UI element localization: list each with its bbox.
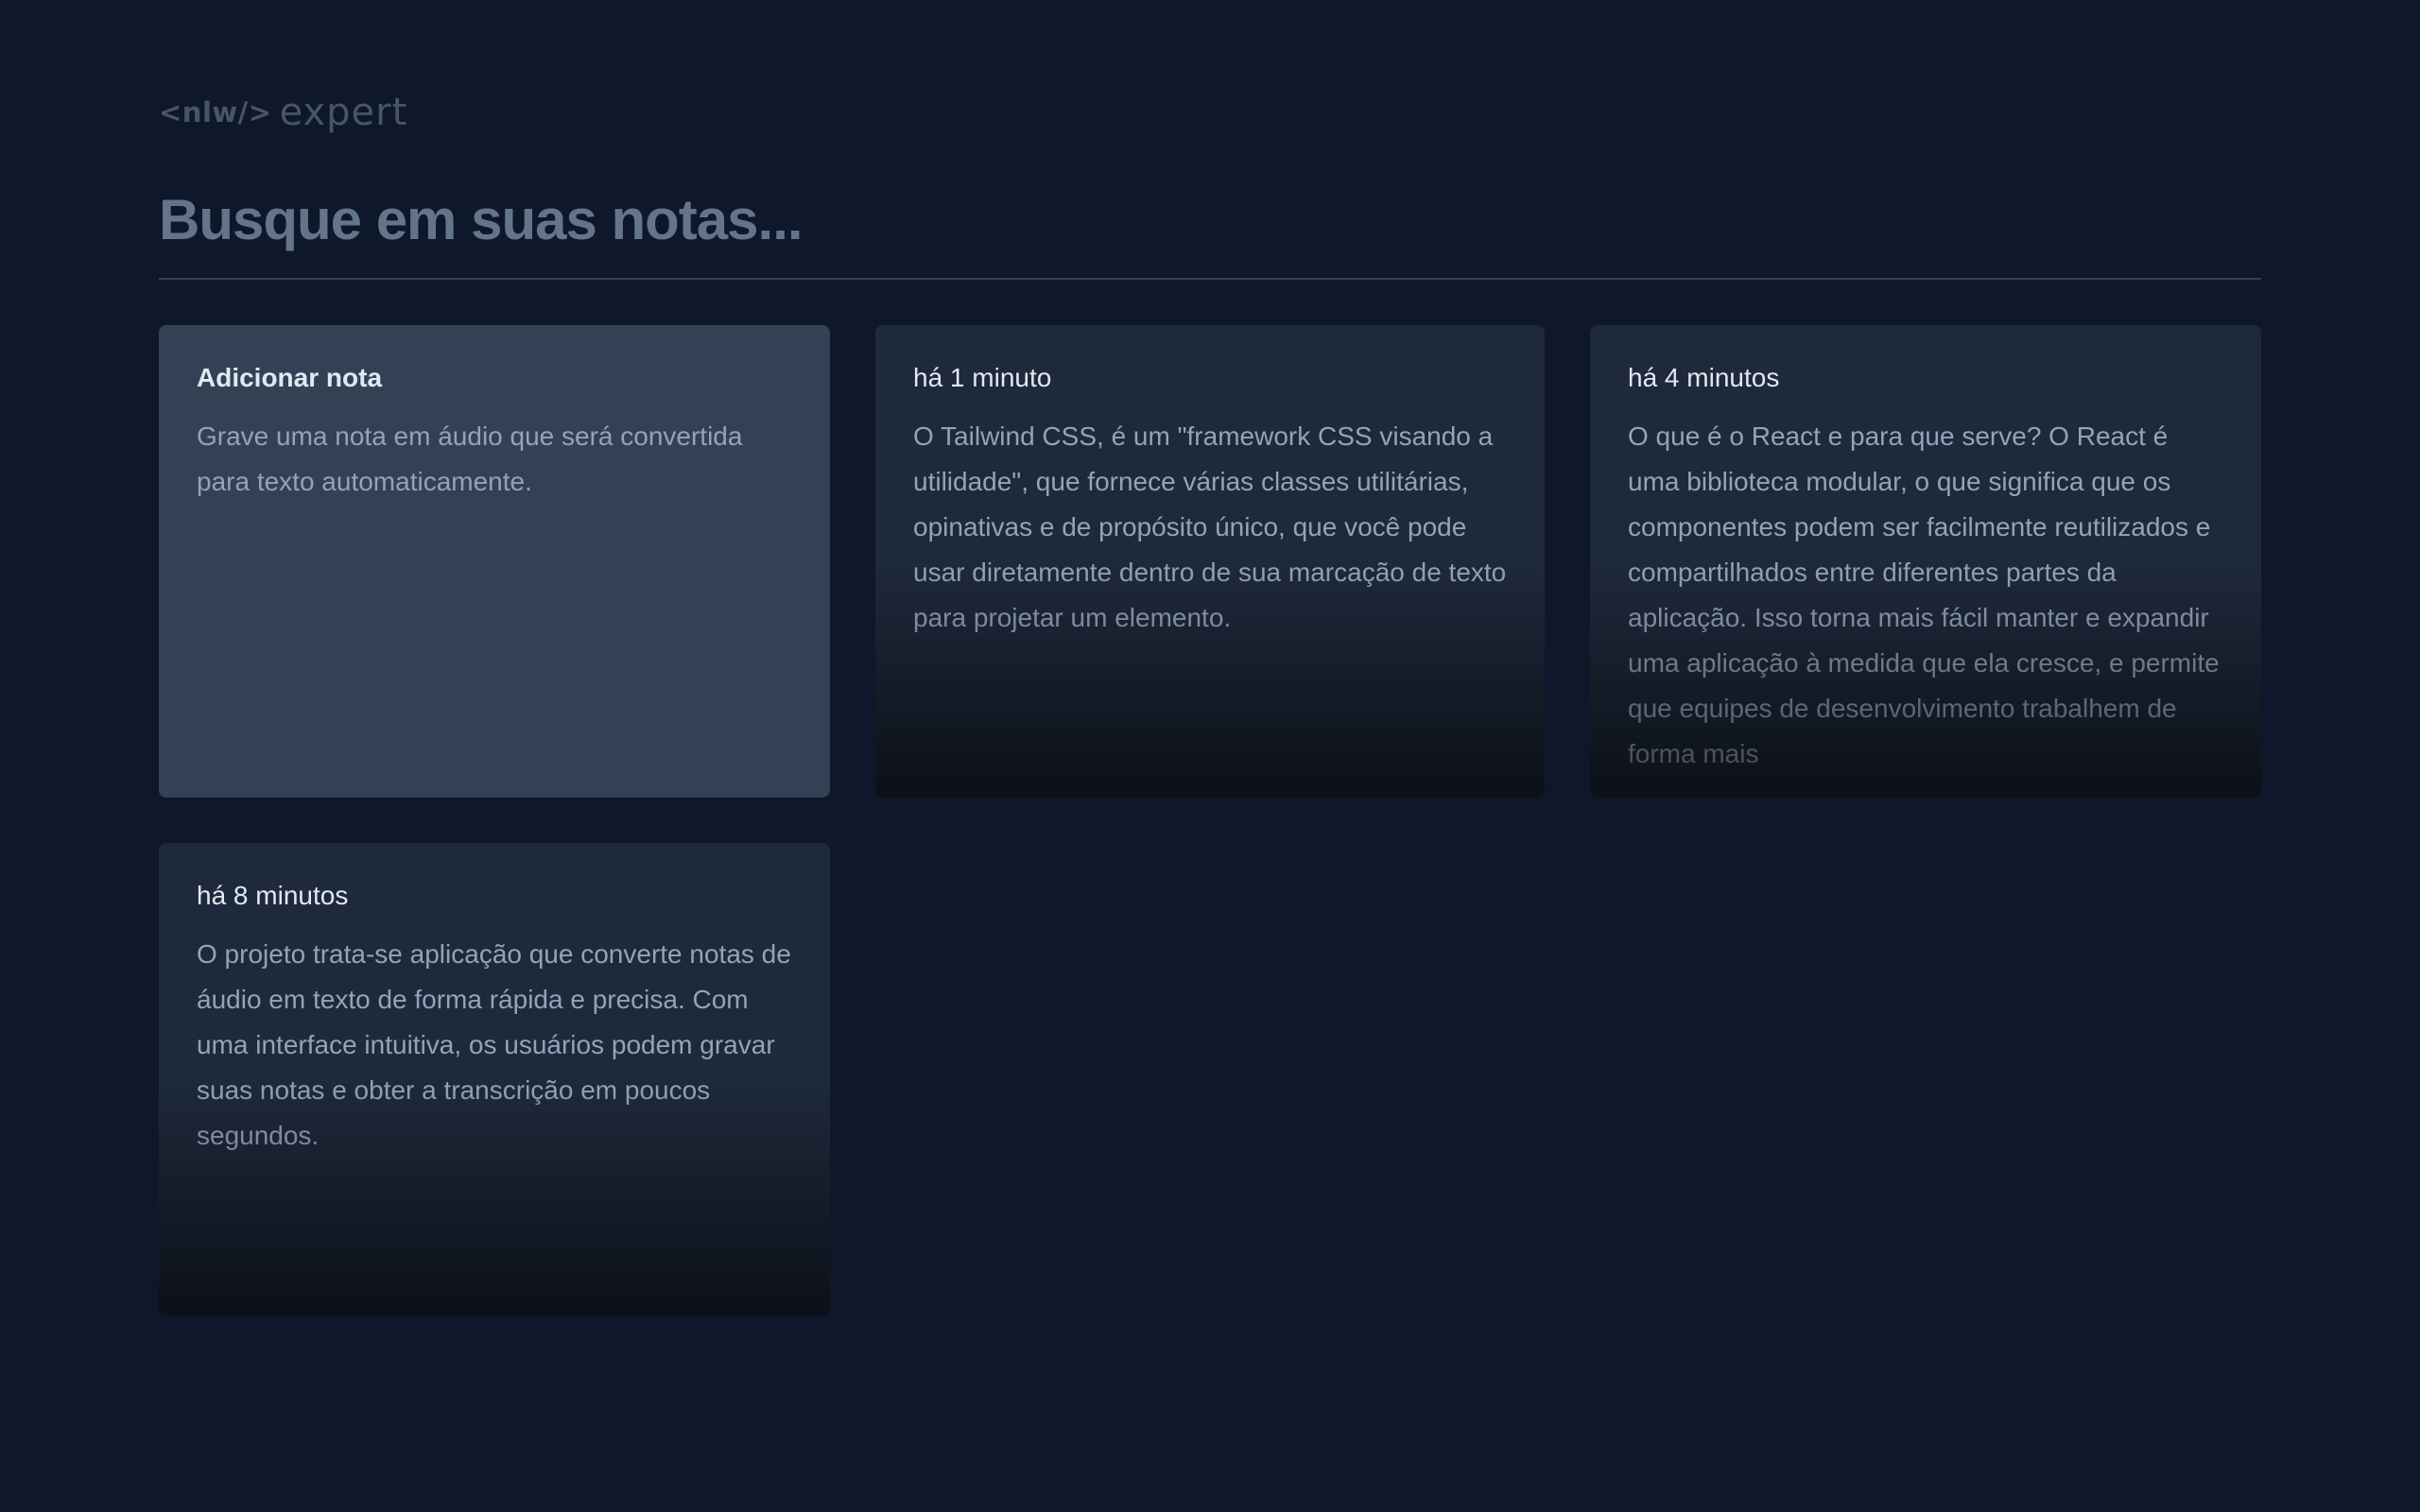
note-time: há 4 minutos [1628, 363, 1780, 392]
note-time: há 8 minutos [197, 881, 349, 910]
note-card[interactable]: há 8 minutos O projeto trata-se aplicaçã… [159, 843, 830, 1315]
nlw-expert-logo: <nlw/> expert [159, 91, 2261, 134]
search-form [159, 178, 2261, 261]
note-content: O que é o React e para que serve? O Reac… [1628, 421, 2220, 769]
add-note-card[interactable]: Adicionar nota Grave uma nota em áudio q… [159, 325, 830, 798]
logo-word: expert [279, 91, 408, 134]
notes-grid: Adicionar nota Grave uma nota em áudio q… [159, 325, 2261, 1315]
search-input[interactable] [159, 186, 2261, 252]
divider [159, 278, 2261, 280]
note-card[interactable]: há 1 minuto O Tailwind CSS, é um "framew… [875, 325, 1545, 798]
note-content: O projeto trata-se aplicação que convert… [197, 939, 791, 1151]
note-card[interactable]: há 4 minutos O que é o React e para que … [1590, 325, 2261, 798]
note-content: O Tailwind CSS, é um "framework CSS visa… [913, 421, 1507, 633]
add-note-title: Adicionar nota [197, 363, 383, 392]
add-note-description: Grave uma nota em áudio que será convert… [197, 421, 743, 497]
app-container: <nlw/> expert Adicionar nota Grave uma n… [159, 91, 2261, 1315]
note-time: há 1 minuto [913, 363, 1052, 392]
logo-mark: <nlw/> [159, 96, 272, 129]
